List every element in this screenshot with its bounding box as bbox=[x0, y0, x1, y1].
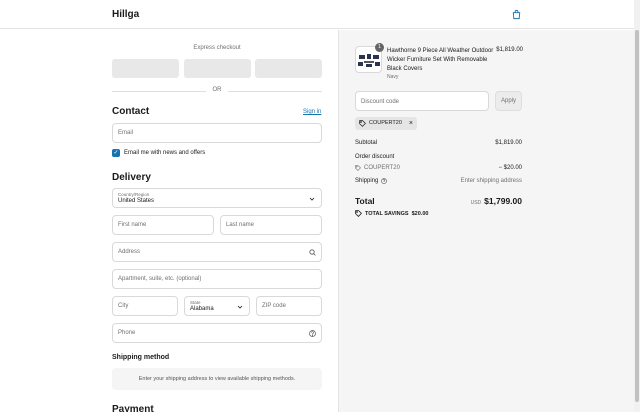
checkout-form: Express checkout OR Contact Sign in Emai… bbox=[0, 30, 338, 412]
or-divider-label: OR bbox=[212, 87, 222, 93]
applied-discount-code: COUPERT20 bbox=[369, 120, 402, 126]
shipping-label: Shipping bbox=[355, 178, 379, 184]
newsletter-checkbox[interactable]: ✓ bbox=[112, 149, 120, 157]
brand-logo[interactable]: Hillga bbox=[112, 9, 139, 20]
divider bbox=[228, 91, 322, 92]
scrollbar-thumb[interactable] bbox=[635, 30, 639, 402]
shopping-bag-icon[interactable] bbox=[511, 9, 522, 20]
payment-heading: Payment bbox=[112, 404, 154, 412]
total-savings-label: TOTAL SAVINGS bbox=[365, 210, 409, 217]
email-field[interactable]: Email bbox=[112, 123, 322, 143]
express-pay-button-2[interactable] bbox=[184, 59, 251, 78]
shipping-method-notice: Enter your shipping address to view avai… bbox=[112, 368, 322, 390]
express-pay-button-3[interactable] bbox=[255, 59, 322, 78]
address-field[interactable]: Address bbox=[112, 242, 322, 262]
divider bbox=[112, 91, 206, 92]
total-savings-value: $20.00 bbox=[411, 210, 429, 217]
zip-field[interactable]: ZIP code bbox=[256, 296, 322, 316]
shipping-value: Enter shipping address bbox=[460, 178, 522, 184]
apply-discount-button[interactable]: Apply bbox=[495, 91, 522, 111]
discount-code-placeholder: Discount code bbox=[361, 99, 400, 105]
country-label: Country/Region bbox=[118, 192, 150, 197]
phone-field[interactable]: Phone bbox=[112, 323, 322, 343]
total-savings: TOTAL SAVINGS $20.00 bbox=[355, 210, 428, 217]
subtotal-label: Subtotal bbox=[355, 140, 378, 146]
state-value: Alabama bbox=[190, 306, 214, 312]
last-name-field[interactable]: Last name bbox=[220, 215, 322, 235]
chevron-down-icon bbox=[309, 197, 315, 201]
furniture-set-image bbox=[358, 54, 380, 67]
subtotal-value: $1,819.00 bbox=[495, 140, 522, 146]
country-value: United States bbox=[118, 198, 155, 204]
sign-in-link[interactable]: Sign in bbox=[303, 109, 321, 115]
shipping-method-heading: Shipping method bbox=[112, 354, 170, 361]
order-summary: 1 Hawthorne 9 Piece All Weather Outdoor … bbox=[338, 30, 634, 412]
zip-placeholder: ZIP code bbox=[262, 303, 286, 309]
applied-discount-chip: COUPERT20 × bbox=[355, 117, 418, 130]
chevron-down-icon bbox=[237, 305, 243, 309]
order-discount-code: COUPERT20 bbox=[364, 165, 400, 171]
order-discount-label: Order discount bbox=[355, 154, 395, 160]
city-placeholder: City bbox=[118, 303, 129, 309]
shipping-row: Shipping bbox=[355, 178, 388, 184]
order-discount-code-row: COUPERT20 bbox=[355, 165, 400, 171]
state-label: State bbox=[190, 300, 201, 305]
phone-placeholder: Phone bbox=[118, 330, 136, 336]
currency-code: USD bbox=[470, 200, 482, 206]
total-label: Total bbox=[355, 196, 375, 206]
remove-discount-icon[interactable]: × bbox=[409, 117, 413, 130]
header: Hillga bbox=[0, 0, 634, 29]
product-variant: Navy bbox=[387, 74, 399, 80]
first-name-field[interactable]: First name bbox=[112, 215, 214, 235]
email-placeholder: Email bbox=[118, 130, 134, 136]
help-circle-icon[interactable] bbox=[309, 330, 316, 337]
quantity-badge: 1 bbox=[375, 43, 384, 52]
total-row: USD $1,799.00 bbox=[442, 196, 522, 206]
state-select[interactable]: State Alabama bbox=[184, 296, 250, 316]
total-value: $1,799.00 bbox=[484, 196, 522, 206]
apartment-placeholder: Apartment, suite, etc. (optional) bbox=[118, 276, 202, 282]
address-placeholder: Address bbox=[118, 249, 141, 255]
discount-code-input[interactable]: Discount code bbox=[355, 91, 489, 111]
tag-icon bbox=[355, 210, 362, 217]
product-price: $1,819.00 bbox=[496, 47, 523, 53]
product-name: Hawthorne 9 Piece All Weather Outdoor Wi… bbox=[387, 48, 494, 72]
help-circle-icon[interactable] bbox=[381, 178, 388, 184]
contact-heading: Contact bbox=[112, 106, 150, 117]
tag-icon bbox=[359, 120, 366, 127]
newsletter-label: Email me with news and offers bbox=[124, 150, 206, 156]
city-field[interactable]: City bbox=[112, 296, 178, 316]
search-icon bbox=[309, 249, 316, 256]
order-discount-amount: − $20.00 bbox=[498, 165, 522, 171]
page-scrollbar[interactable] bbox=[634, 0, 640, 412]
last-name-placeholder: Last name bbox=[226, 222, 255, 228]
tag-icon bbox=[355, 165, 361, 171]
country-select[interactable]: Country/Region United States bbox=[112, 188, 322, 208]
delivery-heading: Delivery bbox=[112, 172, 151, 183]
express-checkout-label: Express checkout bbox=[193, 45, 241, 51]
express-pay-button-1[interactable] bbox=[112, 59, 179, 78]
apartment-field[interactable]: Apartment, suite, etc. (optional) bbox=[112, 269, 322, 289]
first-name-placeholder: First name bbox=[118, 222, 147, 228]
